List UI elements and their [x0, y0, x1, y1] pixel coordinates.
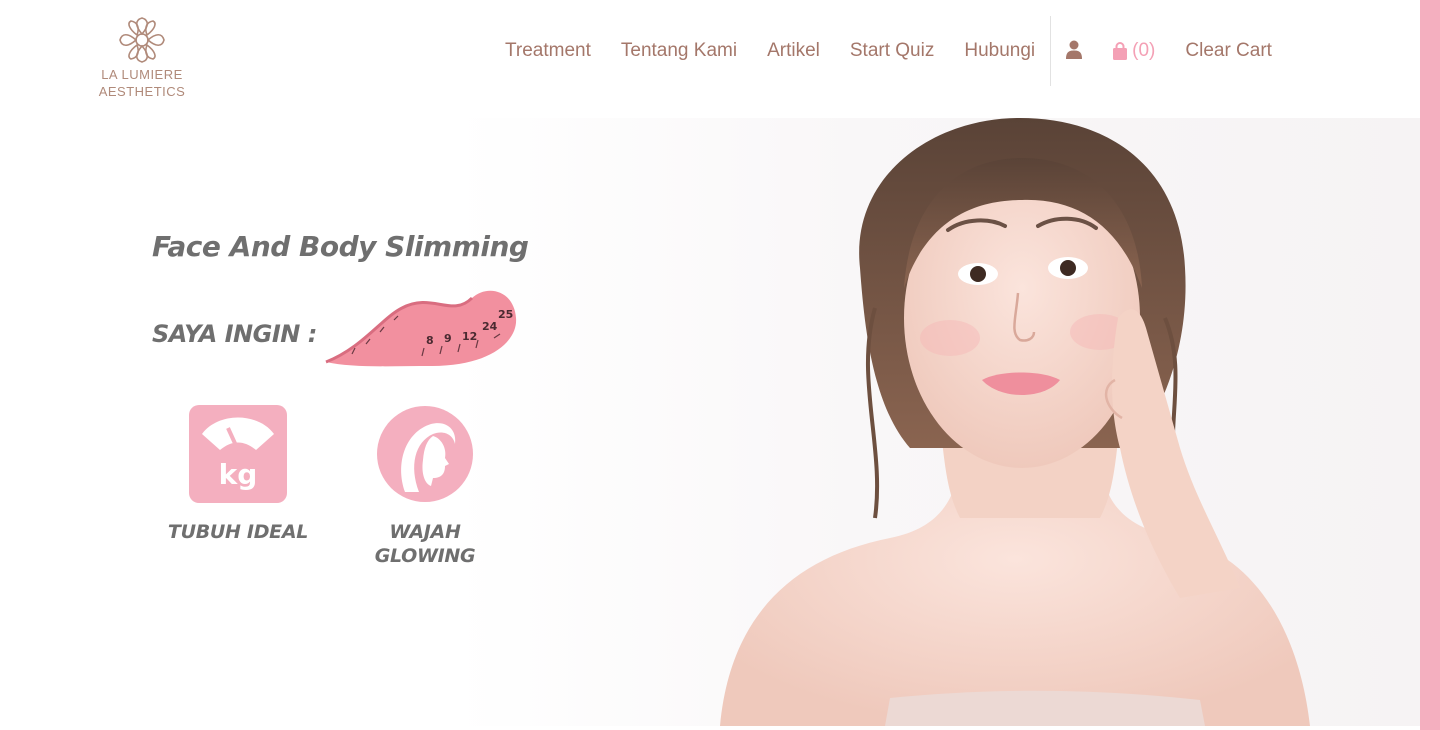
logo-line-2: AESTHETICS: [98, 84, 186, 99]
option-label-tubuh-ideal: TUBUH IDEAL: [167, 521, 309, 543]
logo-line-1: LA LUMIERE: [101, 67, 183, 82]
shopping-bag-icon: [1113, 42, 1128, 60]
option-label-line-1: WAJAH: [389, 521, 461, 543]
nav-hubungi[interactable]: Hubungi: [949, 40, 1050, 62]
hero-title: Face And Body Slimming: [152, 230, 529, 263]
svg-text:8: 8: [426, 334, 434, 347]
flower-logo-icon: [119, 17, 165, 63]
cart-button[interactable]: (0): [1097, 40, 1170, 62]
account-button[interactable]: [1051, 40, 1097, 63]
nav-tentang-kami[interactable]: Tentang Kami: [606, 40, 752, 62]
weight-scale-kg-icon: kg: [189, 405, 287, 503]
svg-text:12: 12: [462, 330, 477, 343]
nav-start-quiz[interactable]: Start Quiz: [835, 40, 949, 62]
brand-logo[interactable]: LA LUMIERE AESTHETICS: [96, 16, 188, 100]
site-header: LA LUMIERE AESTHETICS Treatment Tentang …: [0, 0, 1420, 118]
kg-label: kg: [219, 458, 258, 491]
option-tubuh-ideal[interactable]: kg TUBUH IDEAL: [150, 404, 326, 544]
scrollbar[interactable]: [1420, 0, 1440, 730]
svg-text:9: 9: [444, 332, 452, 345]
option-label-wajah-glowing: WAJAH GLOWING: [340, 520, 510, 568]
svg-text:25: 25: [498, 308, 513, 321]
hero-banner: Face And Body Slimming SAYA INGIN : 8 9 12…: [0, 118, 1420, 726]
clear-cart-link[interactable]: Clear Cart: [1170, 40, 1287, 62]
woman-face-icon: [377, 406, 473, 502]
want-label: SAYA INGIN :: [152, 320, 317, 348]
nav-artikel[interactable]: Artikel: [752, 40, 835, 62]
measuring-tape-icon: 8 9 12 2425: [325, 290, 517, 367]
svg-text:24: 24: [482, 320, 498, 333]
main-nav: Treatment Tentang Kami Artikel Start Qui…: [490, 16, 1287, 86]
option-label-line-2: GLOWING: [374, 545, 476, 567]
cart-count: (0): [1132, 40, 1156, 61]
option-wajah-glowing[interactable]: WAJAH GLOWING: [340, 404, 510, 568]
user-icon: [1066, 40, 1083, 59]
nav-treatment[interactable]: Treatment: [490, 40, 606, 62]
model-portrait-image: [720, 118, 1310, 726]
